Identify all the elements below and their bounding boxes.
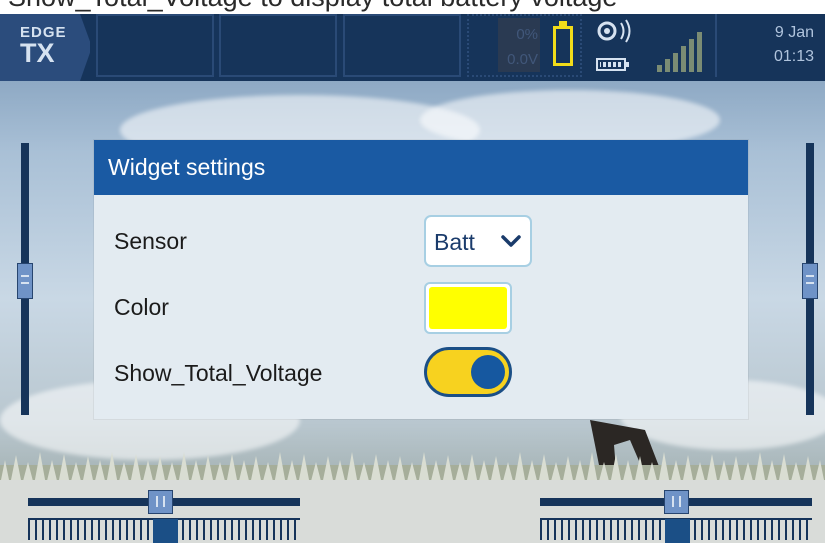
color-swatch-button[interactable] [424, 282, 512, 334]
battery-voltage: 0.0V [507, 51, 538, 68]
show-total-voltage-toggle[interactable] [424, 347, 512, 397]
color-label: Color [114, 294, 169, 320]
left-trim-scale-marker [153, 519, 178, 543]
right-trim-scale-marker [665, 519, 690, 543]
sensor-select[interactable]: Batt [424, 215, 532, 267]
top-status-bar: EDGE TX 0% 0.0V 9 Jan 01:13 [0, 14, 825, 81]
battery-icon [553, 26, 573, 66]
radio-icon [597, 19, 631, 43]
caption-text: Show_Total_Voltage to display total batt… [8, 0, 617, 13]
grass [0, 452, 825, 485]
color-swatch-fill [429, 287, 507, 329]
sensor-label: Sensor [114, 228, 187, 254]
show-total-voltage-label: Show_Total_Voltage [114, 360, 323, 386]
right-horizontal-trim-handle[interactable] [664, 490, 689, 514]
time-label: 01:13 [773, 48, 814, 65]
edgetx-logo[interactable]: EDGE TX [0, 14, 90, 81]
caption-fragment: Show_Total_Voltage to display total batt… [0, 0, 825, 14]
radio-screen: Show_Total_Voltage to display total batt… [0, 0, 825, 543]
dialog-header: Widget settings [94, 140, 748, 195]
toggle-knob [471, 355, 505, 389]
left-vertical-trim-handle[interactable] [17, 263, 33, 299]
right-vertical-trim-handle[interactable] [802, 263, 818, 299]
dialog-title: Widget settings [108, 154, 266, 180]
topbar-widget-slot-2[interactable] [219, 14, 337, 77]
tx-battery-icon [596, 58, 626, 71]
battery-percent: 0% [516, 26, 538, 43]
chevron-down-icon [501, 235, 521, 247]
left-horizontal-trim-handle[interactable] [148, 490, 173, 514]
logo-line2: TX [20, 38, 55, 68]
sensor-select-value: Batt [434, 229, 475, 255]
date-label: 9 Jan [774, 24, 814, 41]
widget-settings-dialog: Widget settings Sensor Batt Color Show_T… [94, 140, 748, 419]
tx-battery-tip [626, 62, 629, 67]
topbar-widget-slot-3[interactable] [343, 14, 461, 77]
signal-strength-icon [657, 32, 702, 72]
topbar-widget-slot-1[interactable] [96, 14, 214, 77]
